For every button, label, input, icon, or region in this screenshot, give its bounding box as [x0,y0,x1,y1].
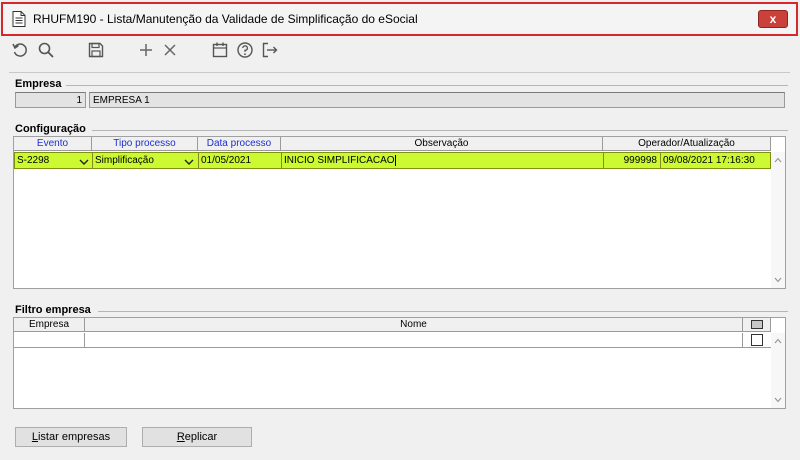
cell-observacao[interactable]: INICIO SIMPLIFICACAO [282,153,604,169]
chevron-up-icon[interactable] [774,157,782,163]
title-bar: RHUFM190 - Lista/Manutenção da Validade … [1,2,798,36]
chevron-down-icon[interactable] [774,397,782,403]
col-header-evento[interactable]: Evento [14,137,92,151]
chevron-down-icon[interactable] [774,277,782,283]
calendar-icon [212,42,228,58]
empresa-name-field: EMPRESA 1 [89,92,785,108]
col-header-nome[interactable]: Nome [85,318,743,332]
filtro-grid: Empresa Nome [13,317,786,409]
refresh-button[interactable] [10,40,30,60]
cell-data-processo[interactable]: 01/05/2021 [199,153,282,169]
configuracao-grid: Evento Tipo processo Data processo Obser… [13,136,786,289]
configuracao-scrollbar[interactable] [771,152,785,288]
help-icon [237,42,253,58]
cell-empresa[interactable] [14,333,85,348]
chevron-down-icon[interactable] [183,156,195,168]
select-all-checkbox-icon[interactable] [750,320,763,329]
chevron-up-icon[interactable] [774,338,782,344]
cell-nome[interactable] [85,333,743,348]
observacao-text: INICIO SIMPLIFICACAO [284,155,395,166]
add-button[interactable] [136,40,156,60]
filtro-scrollbar[interactable] [771,333,785,408]
col-header-select-all[interactable] [743,318,771,332]
main-window: RHUFM190 - Lista/Manutenção da Validade … [0,0,800,460]
empresa-group-line [66,85,788,86]
col-header-empresa[interactable]: Empresa [14,318,85,332]
add-icon [140,44,152,56]
listar-label: istar empresas [37,431,111,443]
replicar-button[interactable]: Replicar [142,427,252,447]
delete-icon [164,44,176,56]
col-header-observacao[interactable]: Observação [281,137,603,151]
window-title: RHUFM190 - Lista/Manutenção da Validade … [33,12,418,26]
col-header-operador[interactable]: Operador/Atualização [603,137,771,151]
empresa-code-field: 1 [15,92,86,108]
table-row[interactable] [14,333,771,348]
help-button[interactable] [235,40,255,60]
exit-button[interactable] [260,40,280,60]
cell-atualizacao[interactable]: 09/08/2021 17:16:30 [660,153,771,169]
document-icon [12,11,26,27]
toolbar-divider [9,72,790,73]
calendar-button[interactable] [210,40,230,60]
exit-icon [262,42,278,58]
search-icon [38,42,54,58]
empresa-section-label: Empresa [15,78,62,90]
text-cursor [394,154,396,166]
close-button[interactable]: x [758,10,788,28]
configuracao-section-label: Configuração [15,123,86,135]
refresh-icon [12,43,27,57]
close-icon: x [769,12,777,26]
cell-operador[interactable]: 999998 [604,153,659,169]
filtro-group-line [98,311,788,312]
search-button[interactable] [36,40,56,60]
save-icon [88,42,104,58]
replicar-label: eplicar [184,431,218,443]
save-button[interactable] [86,40,106,60]
configuracao-group-line [92,130,788,131]
col-header-tipo-processo[interactable]: Tipo processo [92,137,198,151]
table-row[interactable]: S-2298 Simplificação 01/05/2021 INICIO S… [14,152,771,169]
replicar-accelerator: R [176,431,185,443]
toolbar [0,36,800,64]
chevron-down-icon[interactable] [78,156,90,168]
row-checkbox[interactable] [751,334,763,346]
listar-empresas-button[interactable]: Listar empresas [15,427,127,447]
filtro-section-label: Filtro empresa [15,304,91,316]
delete-button[interactable] [160,40,180,60]
col-header-data-processo[interactable]: Data processo [198,137,281,151]
